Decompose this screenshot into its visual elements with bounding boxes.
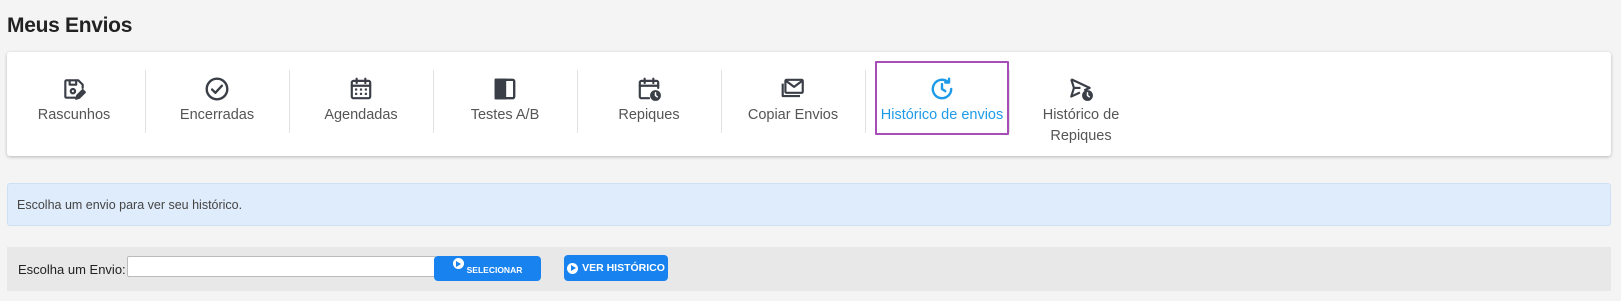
tab-repiques[interactable]: Repiques xyxy=(582,62,716,134)
tab-label: Agendadas xyxy=(324,107,398,123)
draft-save-edit-icon xyxy=(60,75,88,103)
selecionar-button[interactable]: SELECIONAR xyxy=(434,256,541,281)
info-alert: Escolha um envio para ver seu histórico. xyxy=(7,183,1611,226)
tab-label: Histórico de Repiques xyxy=(1042,107,1120,144)
tab-label: Rascunhos xyxy=(37,107,111,123)
tabs-card: Rascunhos Encerradas Agendadas Testes A/… xyxy=(7,52,1611,156)
tab-copiar-envios[interactable]: Copiar Envios xyxy=(726,62,860,134)
play-circle-icon xyxy=(452,258,464,269)
tab-historico-envios[interactable]: Histórico de envios xyxy=(875,61,1009,135)
tab-label: Encerradas xyxy=(179,107,255,123)
tab-encerradas[interactable]: Encerradas xyxy=(150,62,284,134)
select-envio-bar: Escolha um Envio: SELECIONAR VER HISTÓRI… xyxy=(7,247,1611,291)
tab-label: Histórico de envios xyxy=(880,107,1004,123)
ver-historico-button[interactable]: VER HISTÓRICO xyxy=(564,255,668,281)
alert-text: Escolha um envio para ver seu histórico. xyxy=(17,198,243,212)
tab-label: Repiques xyxy=(618,107,680,123)
tab-rascunhos[interactable]: Rascunhos xyxy=(7,62,141,134)
calendar-icon xyxy=(347,75,375,103)
tab-divider xyxy=(577,70,578,133)
tab-testes-ab[interactable]: Testes A/B xyxy=(438,62,572,134)
select-envio-label: Escolha um Envio: xyxy=(18,262,126,277)
ver-historico-label: VER HISTÓRICO xyxy=(582,262,665,274)
play-circle-icon xyxy=(567,262,579,274)
tab-historico-repiques[interactable]: Histórico de Repiques xyxy=(1014,62,1148,152)
send-clock-icon xyxy=(1067,75,1095,103)
envio-input[interactable] xyxy=(127,256,436,277)
tab-divider xyxy=(145,70,146,133)
selecionar-label: SELECIONAR xyxy=(466,265,523,275)
tab-label: Testes A/B xyxy=(470,107,540,123)
calendar-clock-icon xyxy=(635,75,663,103)
mail-stack-icon xyxy=(779,75,807,103)
tab-label: Copiar Envios xyxy=(747,107,839,123)
history-clock-icon xyxy=(928,75,956,103)
split-square-icon xyxy=(491,75,519,103)
tab-divider xyxy=(289,70,290,133)
tab-agendadas[interactable]: Agendadas xyxy=(294,62,428,134)
tab-divider xyxy=(1009,70,1010,133)
tab-divider xyxy=(865,70,866,133)
check-circle-icon xyxy=(203,75,231,103)
tab-divider xyxy=(433,70,434,133)
tab-divider xyxy=(721,70,722,133)
page-title: Meus Envios xyxy=(7,14,133,37)
